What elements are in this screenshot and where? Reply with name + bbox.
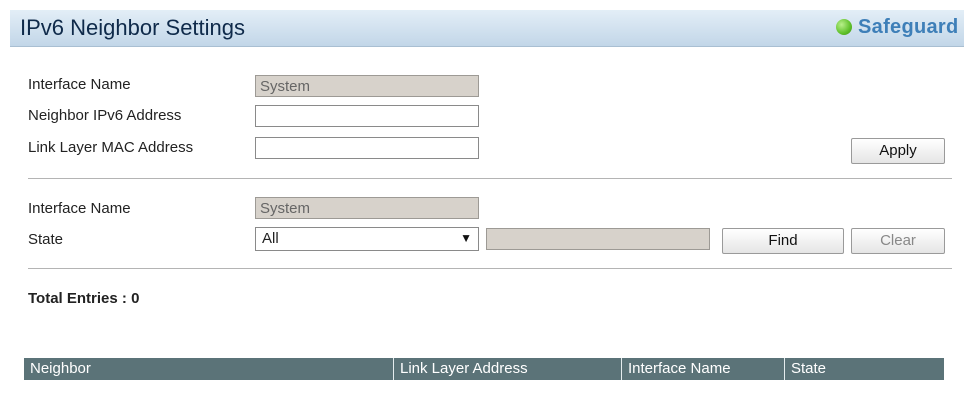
column-header-neighbor: Neighbor [24,358,394,380]
dropdown-arrow-icon: ▼ [460,231,472,245]
link-layer-mac-address-label: Link Layer MAC Address [28,139,194,156]
column-header-interface-name: Interface Name [622,358,785,380]
state-value-field[interactable] [486,228,710,250]
clear-button[interactable]: Clear [851,228,945,254]
neighbor-ipv6-address-input[interactable] [255,105,479,127]
neighbor-ipv6-address-label: Neighbor IPv6 Address [28,107,182,124]
page-title: IPv6 Neighbor Settings [20,15,246,40]
title-bar: IPv6 Neighbor Settings Safeguard [10,10,964,47]
interface-name-field[interactable] [255,75,479,97]
divider [28,268,952,269]
interface-name-label: Interface Name [28,76,131,93]
column-header-link-layer-address: Link Layer Address [394,358,622,380]
filter-interface-name-label: Interface Name [28,200,131,217]
safeguard-label: Safeguard [858,16,959,38]
safeguard-status-icon [836,19,852,35]
column-header-state: State [791,360,827,377]
divider [28,178,952,179]
neighbor-table-header: Neighbor Link Layer Address Interface Na… [24,358,944,380]
state-select-value: All [262,230,279,247]
state-label: State [28,231,64,248]
find-button[interactable]: Find [722,228,844,254]
total-entries: Total Entries : 0 [28,290,140,307]
apply-button[interactable]: Apply [851,138,945,164]
state-select[interactable]: All ▼ [255,227,479,251]
filter-interface-name-field[interactable] [255,197,479,219]
link-layer-mac-address-input[interactable] [255,137,479,159]
